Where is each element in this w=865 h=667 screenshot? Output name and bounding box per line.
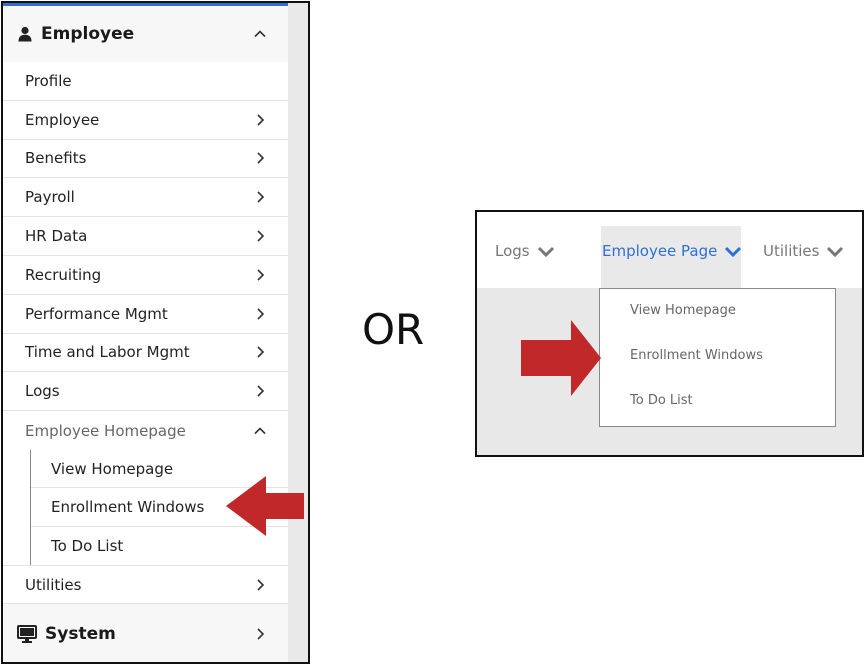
dropdown-item-view-homepage[interactable]: View Homepage [630,303,736,318]
sidebar-item-benefits[interactable]: Benefits [3,140,288,179]
sidebar-item-label: Time and Labor Mgmt [25,343,190,362]
chevron-right-icon [257,152,265,165]
sidebar-item-label: Employee [25,110,100,129]
dropdown-item-to-do-list[interactable]: To Do List [630,393,693,408]
chevron-right-icon [257,269,265,281]
sidebar-item-employee[interactable]: Employee [3,101,288,140]
sidebar-item-utilities[interactable]: Utilities [3,565,288,605]
topnav-label: Employee Page [602,242,718,260]
red-arrow-right-icon [521,320,601,396]
chevron-down-icon [725,246,742,258]
employee-page-dropdown: View Homepage Enrollment Windows To Do L… [599,288,836,427]
sidebar-item-recruiting[interactable]: Recruiting [3,256,288,295]
sidebar-item-label: Profile [25,71,72,90]
topnav-panel: Logs Employee Page Utilities View Homepa… [475,210,864,457]
chevron-right-icon [257,628,265,640]
topnav-item-utilities[interactable]: Utilities [763,242,845,260]
topnav-item-employee-page[interactable]: Employee Page [602,242,743,260]
sidebar-item-payroll[interactable]: Payroll [3,178,288,218]
chevron-right-icon [257,114,265,126]
chevron-down-icon [827,246,844,258]
chevron-down-icon [537,246,554,258]
red-arrow-left-icon [226,476,304,536]
chevron-right-icon [257,230,265,242]
chevron-right-icon [257,385,265,397]
or-separator: OR [362,305,425,354]
sidebar-menu: Employee Profile Employee Benefits Payro… [3,6,288,662]
chevron-up-icon [254,426,266,434]
submenu-divider [30,449,31,566]
sidebar-item-label: Logs [25,382,60,401]
sidebar-item-profile[interactable]: Profile [3,62,288,101]
chevron-right-icon [257,346,265,359]
user-icon [18,26,32,42]
sidebar-item-label: Payroll [25,188,75,207]
monitor-icon [17,625,37,644]
topnav-label: Logs [495,242,530,260]
sidebar-item-label: Utilities [25,575,82,594]
sidebar-item-label: Performance Mgmt [25,304,168,323]
topnav-bar: Logs Employee Page Utilities [477,212,862,288]
sidebar-item-label: Employee Homepage [25,421,186,440]
dropdown-item-enrollment-windows[interactable]: Enrollment Windows [630,348,763,363]
topnav-item-logs[interactable]: Logs [495,242,556,260]
sidebar-item-employee-homepage[interactable]: Employee Homepage [3,411,288,450]
system-section-title: System [45,624,116,645]
chevron-right-icon [257,308,265,320]
chevron-right-icon [257,579,265,591]
sidebar-item-label: Benefits [25,149,87,168]
employee-section-header[interactable]: Employee [3,6,288,62]
sidebar-item-hr-data[interactable]: HR Data [3,217,288,256]
chevron-right-icon [257,191,265,203]
system-section-header[interactable]: System [3,604,288,662]
sidebar-item-performance-mgmt[interactable]: Performance Mgmt [3,295,288,334]
sidebar-item-time-and-labor[interactable]: Time and Labor Mgmt [3,334,288,373]
sidebar-item-label: Recruiting [25,265,102,284]
sidebar-panel: Employee Profile Employee Benefits Payro… [1,1,310,664]
sidebar-item-logs[interactable]: Logs [3,372,288,412]
chevron-up-icon [254,30,266,38]
sidebar-item-label: HR Data [25,227,88,246]
topnav-label: Utilities [763,242,820,260]
employee-section-title: Employee [41,24,135,44]
